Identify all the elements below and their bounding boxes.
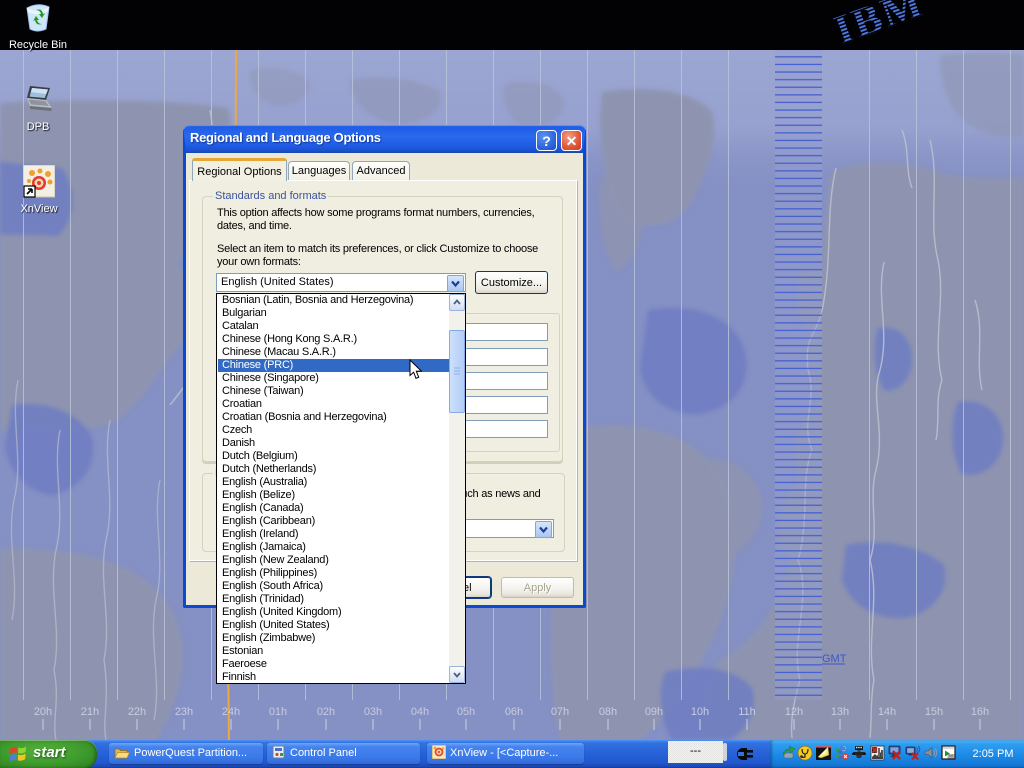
svg-text:07h: 07h xyxy=(551,706,569,718)
svg-text:16h: 16h xyxy=(971,706,989,718)
svg-text:24h: 24h xyxy=(222,706,240,718)
svg-text:01h: 01h xyxy=(269,706,287,718)
svg-text:20h: 20h xyxy=(34,706,52,718)
svg-text:11h: 11h xyxy=(738,706,756,718)
svg-text:06h: 06h xyxy=(505,706,523,718)
svg-text:08h: 08h xyxy=(599,706,617,718)
svg-text:23h: 23h xyxy=(175,706,193,718)
svg-text:22h: 22h xyxy=(128,706,146,718)
svg-text:21h: 21h xyxy=(81,706,99,718)
svg-text:02h: 02h xyxy=(317,706,335,718)
svg-text:05h: 05h xyxy=(457,706,475,718)
svg-text:04h: 04h xyxy=(411,706,429,718)
svg-text:15h: 15h xyxy=(925,706,943,718)
svg-text:14h: 14h xyxy=(878,706,896,718)
svg-text:10h: 10h xyxy=(691,706,709,718)
svg-text:12h: 12h xyxy=(785,706,803,718)
svg-text:03h: 03h xyxy=(364,706,382,718)
svg-text:13h: 13h xyxy=(831,706,849,718)
svg-text:09h: 09h xyxy=(645,706,663,718)
svg-text:GMT: GMT xyxy=(822,653,847,665)
